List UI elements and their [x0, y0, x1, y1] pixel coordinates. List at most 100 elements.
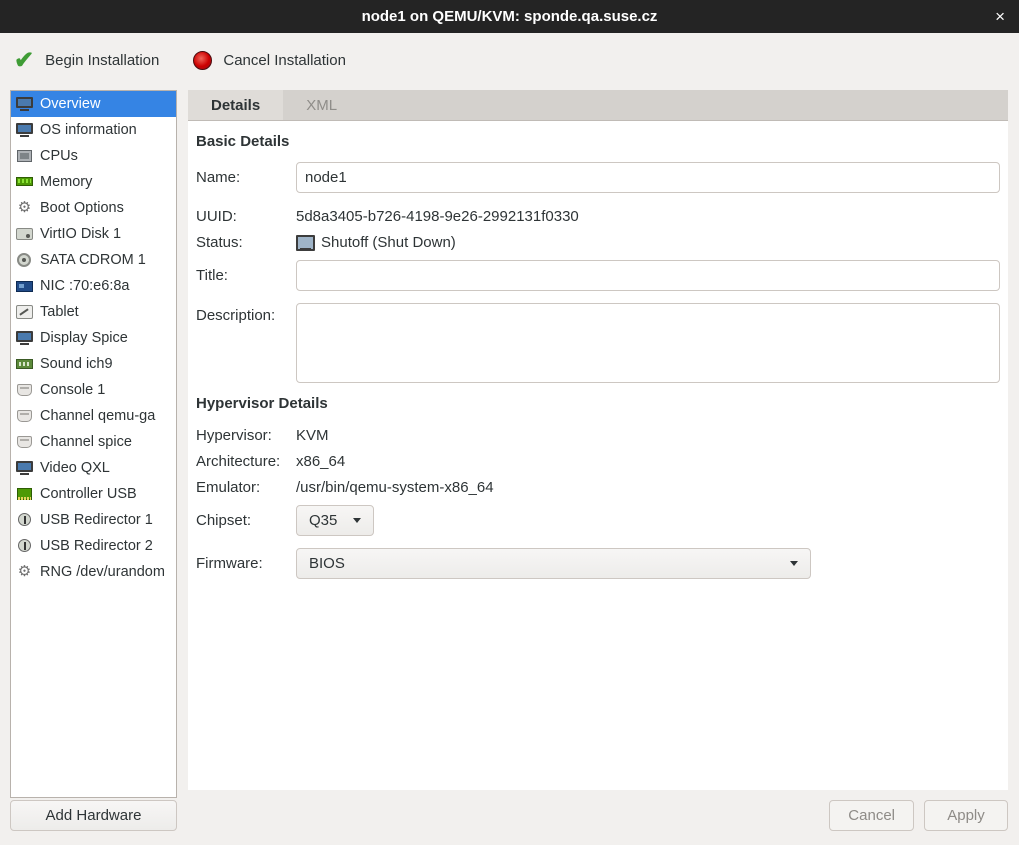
- name-row: Name:: [196, 162, 1000, 193]
- hypervisor-label: Hypervisor:: [196, 427, 296, 444]
- sidebar-item-channel-spice[interactable]: Channel spice: [11, 429, 176, 455]
- chipset-label: Chipset:: [196, 512, 296, 529]
- sidebar-item-nic-70-e6-8a[interactable]: NIC :70:e6:8a: [11, 273, 176, 299]
- usb-icon: [16, 512, 33, 528]
- check-icon: ✔: [14, 49, 34, 73]
- sidebar-item-label: NIC :70:e6:8a: [40, 278, 129, 294]
- emulator-row: Emulator: /usr/bin/qemu-system-x86_64: [196, 476, 1000, 499]
- hypervisor-row: Hypervisor: KVM: [196, 424, 1000, 447]
- hypervisor-value: KVM: [296, 427, 1000, 444]
- cancel-button[interactable]: Cancel: [829, 800, 914, 831]
- close-icon[interactable]: ×: [995, 0, 1005, 33]
- name-input[interactable]: [296, 162, 1000, 193]
- status-row: Status: Shutoff (Shut Down): [196, 231, 1000, 254]
- sidebar-list: Overview OS information CPUs Memory Boot…: [10, 90, 177, 798]
- sidebar-item-label: USB Redirector 1: [40, 512, 153, 528]
- chipset-row: Chipset: Q35: [196, 505, 1000, 536]
- add-hardware-button[interactable]: Add Hardware: [10, 800, 177, 831]
- sidebar-item-label: Sound ich9: [40, 356, 113, 372]
- sidebar-item-controller-usb[interactable]: Controller USB: [11, 481, 176, 507]
- sidebar-item-video-qxl[interactable]: Video QXL: [11, 455, 176, 481]
- titlebar: node1 on QEMU/KVM: sponde.qa.suse.cz ×: [0, 0, 1019, 33]
- sidebar-item-usb-redirector-1[interactable]: USB Redirector 1: [11, 507, 176, 533]
- status-label: Status:: [196, 234, 296, 251]
- tab-xml[interactable]: XML: [283, 90, 360, 120]
- sidebar-item-channel-qemu-ga[interactable]: Channel qemu-ga: [11, 403, 176, 429]
- begin-installation-button[interactable]: ✔ Begin Installation: [14, 49, 159, 73]
- architecture-value: x86_64: [296, 453, 1000, 470]
- title-input[interactable]: [296, 260, 1000, 291]
- sidebar-item-virtio-disk-1[interactable]: VirtIO Disk 1: [11, 221, 176, 247]
- sidebar-item-label: Tablet: [40, 304, 79, 320]
- sidebar-item-label: RNG /dev/urandom: [40, 564, 165, 580]
- sidebar-item-label: USB Redirector 2: [40, 538, 153, 554]
- sidebar-item-usb-redirector-2[interactable]: USB Redirector 2: [11, 533, 176, 559]
- cdrom-icon: [16, 252, 33, 268]
- tab-details[interactable]: Details: [188, 90, 283, 120]
- sidebar-item-overview[interactable]: Overview: [11, 91, 176, 117]
- display-monitor-icon: [16, 330, 33, 346]
- emulator-label: Emulator:: [196, 479, 296, 496]
- uuid-value: 5d8a3405-b726-4198-9e26-2992131f0330: [296, 208, 1000, 225]
- channel-icon: [16, 408, 33, 424]
- begin-installation-label: Begin Installation: [45, 52, 159, 69]
- sidebar-item-boot-options[interactable]: Boot Options: [11, 195, 176, 221]
- cancel-installation-label: Cancel Installation: [223, 52, 346, 69]
- shutoff-monitor-icon: [296, 234, 315, 251]
- description-row: Description:: [196, 303, 1000, 383]
- boot-gear-icon: [16, 200, 33, 216]
- chevron-down-icon: [790, 561, 798, 566]
- toolbar: ✔ Begin Installation Cancel Installation: [0, 33, 1019, 88]
- architecture-row: Architecture: x86_64: [196, 450, 1000, 473]
- sidebar-item-memory[interactable]: Memory: [11, 169, 176, 195]
- sidebar-item-label: Channel spice: [40, 434, 132, 450]
- nic-icon: [16, 278, 33, 294]
- title-label: Title:: [196, 267, 296, 284]
- rng-gear-icon: [16, 564, 33, 580]
- channel-icon: [16, 434, 33, 450]
- sidebar-item-label: CPUs: [40, 148, 78, 164]
- cpu-icon: [16, 148, 33, 164]
- description-textarea[interactable]: [296, 303, 1000, 383]
- footer: Cancel Apply: [188, 800, 1008, 831]
- sidebar-item-label: Video QXL: [40, 460, 110, 476]
- sidebar-item-label: Memory: [40, 174, 92, 190]
- sidebar-item-os-information[interactable]: OS information: [11, 117, 176, 143]
- sidebar-item-label: OS information: [40, 122, 137, 138]
- window-title: node1 on QEMU/KVM: sponde.qa.suse.cz: [362, 8, 658, 25]
- description-label: Description:: [196, 303, 296, 324]
- sidebar-item-label: VirtIO Disk 1: [40, 226, 121, 242]
- cancel-installation-button[interactable]: Cancel Installation: [193, 51, 346, 70]
- sidebar-item-rng-dev-urandom[interactable]: RNG /dev/urandom: [11, 559, 176, 585]
- chipset-select[interactable]: Q35: [296, 505, 374, 536]
- disk-icon: [16, 226, 33, 242]
- main-area: Overview OS information CPUs Memory Boot…: [0, 88, 1019, 845]
- sidebar-item-label: Display Spice: [40, 330, 128, 346]
- title-row: Title:: [196, 260, 1000, 291]
- sidebar-item-cpus[interactable]: CPUs: [11, 143, 176, 169]
- chevron-down-icon: [353, 518, 361, 523]
- basic-details-header: Basic Details: [196, 133, 1000, 150]
- os-monitor-icon: [16, 122, 33, 138]
- sidebar-item-sata-cdrom-1[interactable]: SATA CDROM 1: [11, 247, 176, 273]
- overview-monitor-icon: [16, 96, 33, 112]
- sidebar-item-label: Boot Options: [40, 200, 124, 216]
- firmware-value: BIOS: [309, 555, 345, 572]
- sidebar-item-sound-ich9[interactable]: Sound ich9: [11, 351, 176, 377]
- sidebar-item-label: Overview: [40, 96, 100, 112]
- sound-icon: [16, 356, 33, 372]
- emulator-value: /usr/bin/qemu-system-x86_64: [296, 479, 1000, 496]
- left-panel: Overview OS information CPUs Memory Boot…: [10, 90, 177, 831]
- tablet-icon: [16, 304, 33, 320]
- right-panel: Details XML Basic Details Name: UUID: 5d…: [188, 90, 1008, 831]
- firmware-select[interactable]: BIOS: [296, 548, 811, 579]
- memory-icon: [16, 174, 33, 190]
- name-label: Name:: [196, 169, 296, 186]
- uuid-row: UUID: 5d8a3405-b726-4198-9e26-2992131f03…: [196, 205, 1000, 228]
- details-content: Basic Details Name: UUID: 5d8a3405-b726-…: [188, 121, 1008, 790]
- sidebar-item-display-spice[interactable]: Display Spice: [11, 325, 176, 351]
- sidebar-item-tablet[interactable]: Tablet: [11, 299, 176, 325]
- apply-button[interactable]: Apply: [924, 800, 1008, 831]
- console-icon: [16, 382, 33, 398]
- sidebar-item-console-1[interactable]: Console 1: [11, 377, 176, 403]
